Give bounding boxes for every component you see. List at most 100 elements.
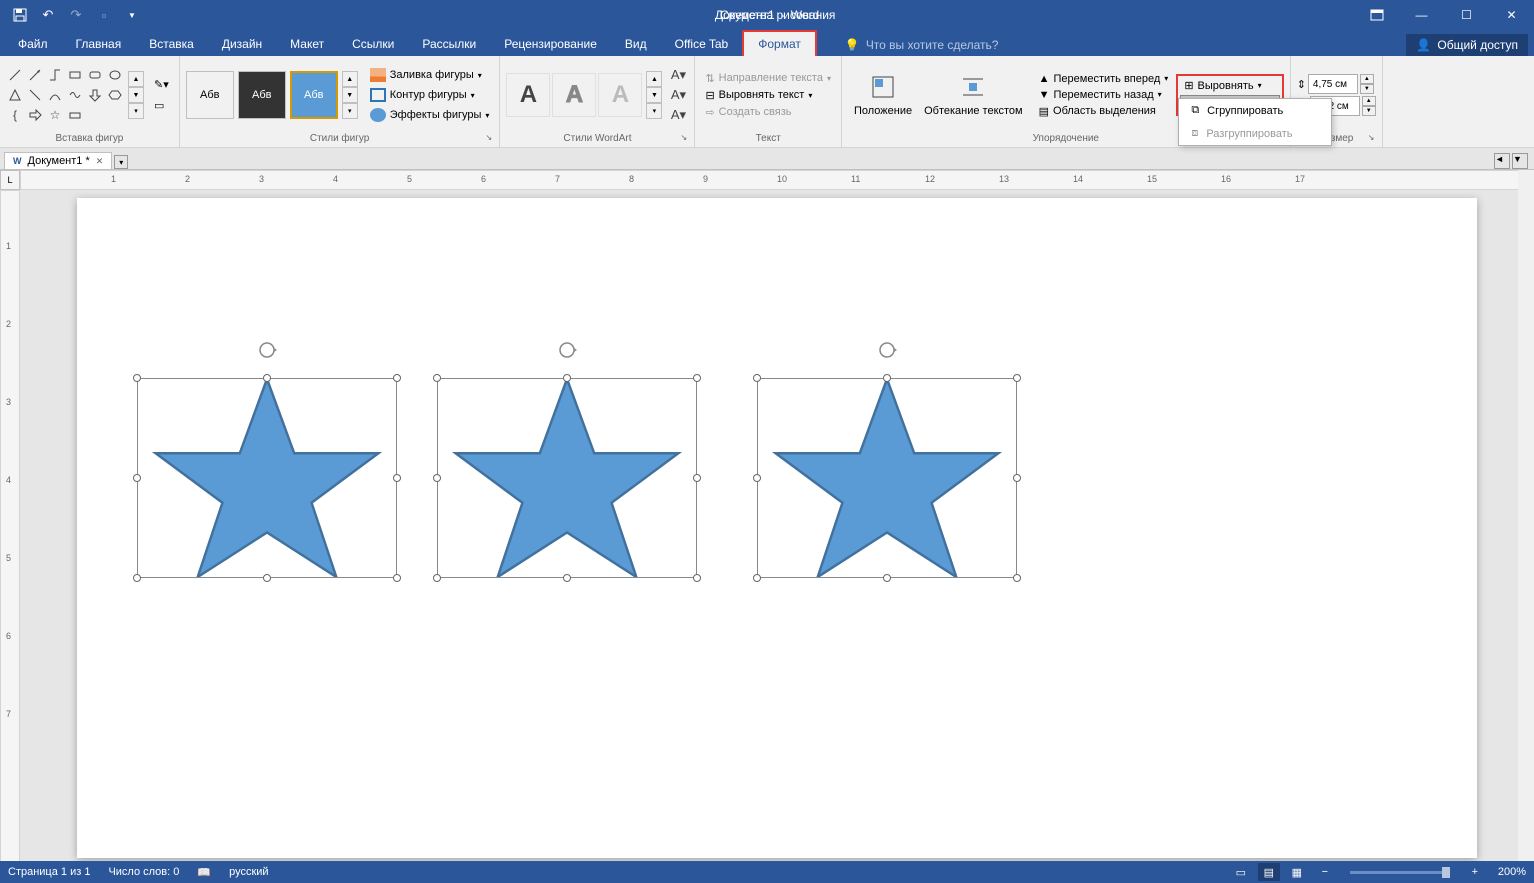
height-down[interactable]: ▼ [1360, 84, 1374, 94]
bring-forward-button[interactable]: ▲Переместить вперед▾ [1035, 72, 1173, 86]
shape-banner[interactable] [66, 106, 84, 124]
read-mode-button[interactable]: ▭ [1230, 863, 1252, 881]
shape-connector[interactable] [26, 86, 44, 104]
tab-design[interactable]: Дизайн [208, 32, 276, 56]
height-up[interactable]: ▲ [1360, 74, 1374, 84]
styles-more-button[interactable]: ▾ [342, 103, 358, 119]
shapes-gallery[interactable]: { ☆ [6, 66, 124, 124]
resize-handle[interactable] [693, 374, 701, 382]
vertical-ruler[interactable]: 1 2 3 4 5 6 7 [0, 190, 20, 864]
rotate-handle-icon[interactable] [877, 340, 897, 360]
position-button[interactable]: Положение [848, 69, 918, 120]
resize-handle[interactable] [433, 374, 441, 382]
tab-format[interactable]: Формат [742, 30, 817, 56]
text-effects-button[interactable]: A▾ [668, 106, 688, 124]
resize-handle[interactable] [263, 374, 271, 382]
tab-view[interactable]: Вид [611, 32, 661, 56]
text-box-button[interactable]: ▭ [150, 97, 173, 114]
wordart-scroll-down[interactable]: ▼ [646, 87, 662, 103]
tab-options-button[interactable]: ▾ [114, 155, 128, 169]
zoom-out-button[interactable]: − [1314, 863, 1336, 881]
resize-handle[interactable] [393, 374, 401, 382]
share-button[interactable]: 👤 Общий доступ [1406, 34, 1528, 56]
tab-home[interactable]: Главная [62, 32, 136, 56]
shape-brace[interactable]: { [6, 106, 24, 124]
star-shape-3[interactable] [757, 378, 1017, 578]
resize-handle[interactable] [753, 374, 761, 382]
web-layout-button[interactable]: ▦ [1286, 863, 1308, 881]
selection-pane-button[interactable]: ▤Область выделения [1035, 104, 1173, 119]
redo-button[interactable]: ↷ [64, 3, 88, 27]
wordart-scroll-up[interactable]: ▲ [646, 71, 662, 87]
resize-handle[interactable] [133, 574, 141, 582]
zoom-thumb[interactable] [1442, 867, 1450, 878]
minimize-button[interactable]: — [1399, 0, 1444, 30]
shape-arrow-down[interactable] [86, 86, 104, 104]
tab-references[interactable]: Ссылки [338, 32, 408, 56]
tab-review[interactable]: Рецензирование [490, 32, 611, 56]
shape-roundrect[interactable] [86, 66, 104, 84]
qat-customize[interactable]: ▼ [120, 3, 144, 27]
send-backward-button[interactable]: ▼Переместить назад▾ [1035, 88, 1173, 102]
tab-file[interactable]: Файл [4, 32, 62, 56]
resize-handle[interactable] [133, 374, 141, 382]
shapes-more-button[interactable]: ▾ [128, 103, 144, 119]
resize-handle[interactable] [563, 374, 571, 382]
zoom-in-button[interactable]: + [1464, 863, 1486, 881]
resize-handle[interactable] [433, 574, 441, 582]
tab-nav-right[interactable]: ▼ [1512, 153, 1528, 169]
shape-arrow-right[interactable] [26, 106, 44, 124]
page-indicator[interactable]: Страница 1 из 1 [8, 866, 90, 878]
resize-handle[interactable] [693, 474, 701, 482]
width-up[interactable]: ▲ [1362, 96, 1376, 106]
tab-layout[interactable]: Макет [276, 32, 338, 56]
rotate-handle-icon[interactable] [557, 340, 577, 360]
shape-fill-button[interactable]: Заливка фигуры▾ [366, 66, 494, 84]
group-menu-ungroup[interactable]: ⧈Разгруппировать [1179, 122, 1330, 145]
wordart-more-button[interactable]: ▾ [646, 103, 662, 119]
resize-handle[interactable] [1013, 474, 1021, 482]
resize-handle[interactable] [753, 474, 761, 482]
tab-insert[interactable]: Вставка [135, 32, 208, 56]
resize-handle[interactable] [393, 474, 401, 482]
shapes-scroll-down[interactable]: ▼ [128, 87, 144, 103]
wordart-gallery[interactable]: A A A [506, 73, 642, 117]
shape-style-3[interactable]: Абв [290, 71, 338, 119]
resize-handle[interactable] [693, 574, 701, 582]
spell-check-icon[interactable]: 📖 [197, 866, 211, 879]
page-container[interactable] [20, 190, 1534, 864]
resize-handle[interactable] [263, 574, 271, 582]
styles-scroll-down[interactable]: ▼ [342, 87, 358, 103]
wordart-style-2[interactable]: A [552, 73, 596, 117]
align-objects-button[interactable]: ⊞Выровнять▾ [1180, 78, 1279, 93]
shape-arrow[interactable] [26, 66, 44, 84]
document-tab[interactable]: W Документ1 * ✕ [4, 152, 112, 169]
text-outline-button[interactable]: A▾ [668, 86, 688, 104]
save-button[interactable] [8, 3, 32, 27]
resize-handle[interactable] [393, 574, 401, 582]
width-down[interactable]: ▼ [1362, 106, 1376, 116]
resize-handle[interactable] [1013, 574, 1021, 582]
close-tab-icon[interactable]: ✕ [96, 156, 104, 167]
resize-handle[interactable] [883, 574, 891, 582]
tab-officetab[interactable]: Office Tab [661, 32, 743, 56]
wordart-dialog-launcher[interactable]: ↘ [680, 133, 692, 145]
rotate-handle-icon[interactable] [257, 340, 277, 360]
shape-styles-gallery[interactable]: Абв Абв Абв [186, 71, 338, 119]
resize-handle[interactable] [563, 574, 571, 582]
new-doc-button[interactable]: ▫ [92, 3, 116, 27]
star-shape-1[interactable] [137, 378, 397, 578]
text-direction-button[interactable]: ⇅Направление текста▾ [701, 71, 835, 86]
resize-handle[interactable] [753, 574, 761, 582]
align-text-button[interactable]: ⊟Выровнять текст▾ [701, 88, 835, 103]
wordart-style-3[interactable]: A [598, 73, 642, 117]
zoom-slider[interactable] [1350, 871, 1450, 874]
word-count[interactable]: Число слов: 0 [108, 866, 179, 878]
create-link-button[interactable]: ⇨Создать связь [701, 105, 835, 120]
shape-triangle[interactable] [6, 86, 24, 104]
shape-hexagon[interactable] [106, 86, 124, 104]
vertical-scrollbar[interactable] [1518, 170, 1534, 861]
text-fill-button[interactable]: A▾ [668, 66, 688, 84]
zoom-level[interactable]: 200% [1498, 866, 1526, 878]
text-wrap-button[interactable]: Обтекание текстом [918, 69, 1029, 120]
